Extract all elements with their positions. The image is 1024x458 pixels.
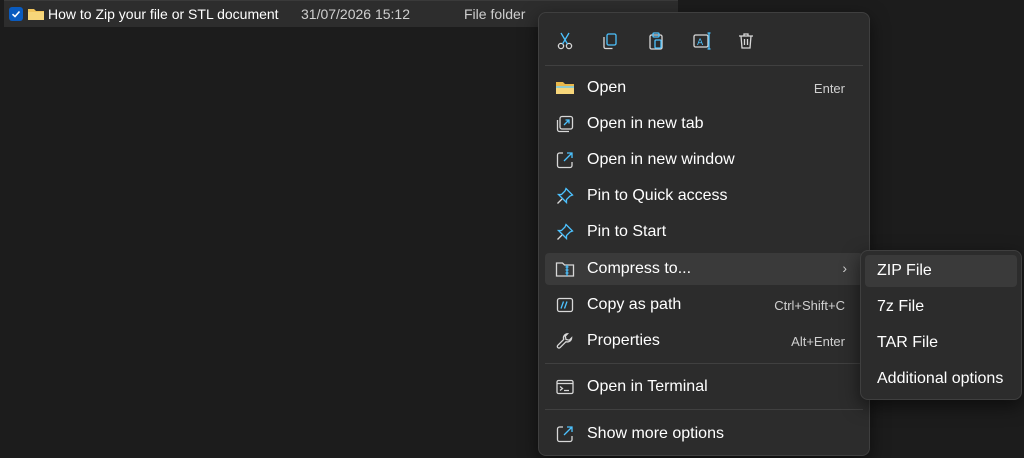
submenu-item-label: TAR File <box>877 334 939 351</box>
submenu-item-zip[interactable]: ZIP File <box>865 255 1017 287</box>
menu-separator <box>545 409 863 410</box>
menu-item-compress-to[interactable]: Compress to... › <box>545 253 863 285</box>
rename-icon[interactable]: A <box>688 27 716 55</box>
file-name: How to Zip your file or STL document <box>48 6 279 22</box>
submenu-item-label: Additional options <box>877 370 1004 387</box>
menu-item-label: Compress to... <box>587 260 692 277</box>
menu-item-open-new-window[interactable]: Open in new window <box>545 144 863 176</box>
menu-item-label: Open in new window <box>587 151 735 168</box>
submenu-item-tar[interactable]: TAR File <box>865 327 1017 359</box>
new-window-icon <box>555 150 575 170</box>
menu-item-shortcut: Enter <box>813 81 845 96</box>
menu-item-show-more-options[interactable]: Show more options <box>545 418 863 450</box>
menu-item-label: Pin to Quick access <box>587 187 728 204</box>
copy-icon[interactable] <box>596 27 624 55</box>
menu-item-pin-quick-access[interactable]: Pin to Quick access <box>545 180 863 212</box>
menu-item-label: Copy as path <box>587 296 682 313</box>
menu-item-label: Open <box>587 79 627 96</box>
delete-icon[interactable] <box>732 27 760 55</box>
menu-separator <box>545 65 863 66</box>
menu-item-label: Open in new tab <box>587 115 704 132</box>
menu-item-label: Pin to Start <box>587 223 667 240</box>
compress-submenu: ZIP File 7z File TAR File Additional opt… <box>860 250 1022 400</box>
checkbox-checked-icon[interactable] <box>9 7 23 21</box>
copy-path-icon <box>555 295 575 315</box>
new-tab-icon <box>555 114 575 134</box>
file-date: 31/07/2026 15:12 <box>301 6 410 22</box>
menu-item-shortcut: Ctrl+Shift+C <box>774 298 845 313</box>
pin-icon <box>555 186 575 206</box>
wrench-icon <box>555 331 575 351</box>
menu-item-shortcut: Alt+Enter <box>791 334 845 349</box>
submenu-item-label: 7z File <box>877 298 925 315</box>
menu-item-open-terminal[interactable]: Open in Terminal <box>545 371 863 403</box>
menu-item-properties[interactable]: Properties Alt+Enter <box>545 325 863 357</box>
submenu-item-7z[interactable]: 7z File <box>865 291 1017 323</box>
paste-icon[interactable] <box>642 27 670 55</box>
menu-separator <box>545 363 863 364</box>
context-menu: A Open Enter Open in new tab Open in new… <box>538 12 870 456</box>
menu-item-copy-as-path[interactable]: Copy as path Ctrl+Shift+C <box>545 289 863 321</box>
submenu-item-additional-options[interactable]: Additional options <box>865 363 1017 395</box>
svg-text:A: A <box>697 38 704 48</box>
folder-icon <box>555 78 575 98</box>
folder-icon <box>27 6 45 27</box>
menu-item-label: Open in Terminal <box>587 378 708 395</box>
submenu-item-label: ZIP File <box>877 262 932 279</box>
pin-icon <box>555 222 575 242</box>
file-type: File folder <box>464 6 526 22</box>
terminal-icon <box>555 377 575 397</box>
menu-item-label: Show more options <box>587 425 724 442</box>
chevron-right-icon: › <box>842 260 847 276</box>
menu-item-label: Properties <box>587 332 660 349</box>
menu-item-open[interactable]: Open Enter <box>545 72 863 104</box>
more-options-icon <box>555 424 575 444</box>
menu-item-open-new-tab[interactable]: Open in new tab <box>545 108 863 140</box>
menu-item-pin-start[interactable]: Pin to Start <box>545 216 863 248</box>
cut-icon[interactable] <box>551 27 579 55</box>
compress-icon <box>555 259 575 279</box>
context-toolbar: A <box>539 13 869 65</box>
